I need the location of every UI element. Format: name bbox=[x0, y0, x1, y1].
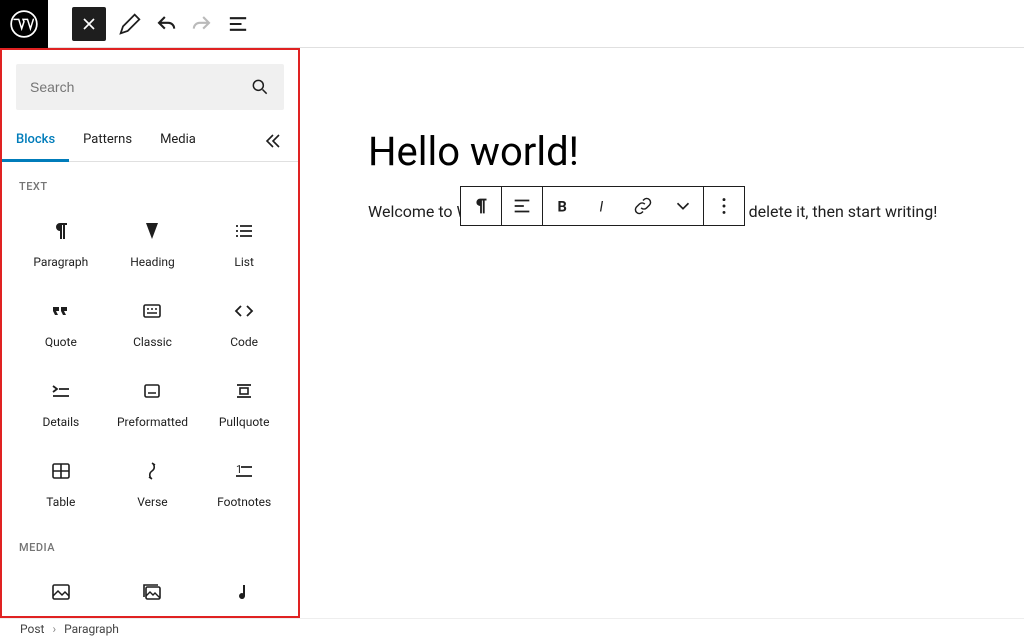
block-inserter-panel: Blocks Patterns Media TEXT Paragraph Hea… bbox=[0, 48, 300, 618]
document-outline-button[interactable] bbox=[224, 10, 252, 38]
tab-patterns[interactable]: Patterns bbox=[69, 120, 146, 161]
block-search[interactable] bbox=[16, 64, 284, 110]
chevron-down-icon bbox=[672, 195, 694, 217]
inserter-tabs-row: Blocks Patterns Media bbox=[2, 120, 298, 162]
close-inserter-button[interactable] bbox=[72, 7, 106, 41]
redo-button[interactable] bbox=[188, 10, 216, 38]
block-footnotes[interactable]: 1 Footnotes bbox=[198, 443, 290, 523]
toolbar-bold-button[interactable]: B bbox=[543, 187, 583, 225]
block-code[interactable]: Code bbox=[198, 283, 290, 363]
undo-button[interactable] bbox=[152, 10, 180, 38]
svg-text:1: 1 bbox=[236, 463, 242, 476]
verse-icon bbox=[140, 459, 164, 483]
gallery-icon bbox=[140, 580, 164, 604]
audio-icon bbox=[232, 580, 256, 604]
block-pullquote[interactable]: Pullquote bbox=[198, 363, 290, 443]
block-heading[interactable]: Heading bbox=[107, 203, 199, 283]
block-gallery[interactable]: Gallery bbox=[107, 564, 199, 616]
search-icon bbox=[250, 77, 270, 97]
toolbar-align-button[interactable] bbox=[502, 187, 542, 225]
toolbar-block-type-button[interactable] bbox=[461, 187, 501, 225]
image-icon bbox=[49, 580, 73, 604]
svg-text:B: B bbox=[558, 198, 567, 216]
quote-icon bbox=[49, 299, 73, 323]
toolbar-more-formatting-button[interactable] bbox=[663, 187, 703, 225]
block-table[interactable]: Table bbox=[15, 443, 107, 523]
wordpress-icon bbox=[10, 10, 38, 38]
block-preformatted[interactable]: Preformatted bbox=[107, 363, 199, 443]
table-icon bbox=[49, 459, 73, 483]
block-search-input[interactable] bbox=[30, 79, 250, 95]
bold-icon: B bbox=[552, 195, 574, 217]
heading-icon bbox=[140, 219, 164, 243]
collapse-inserter-button[interactable] bbox=[260, 129, 284, 153]
breadcrumb-separator-icon: › bbox=[52, 622, 56, 636]
block-list[interactable]: List bbox=[198, 203, 290, 283]
block-paragraph[interactable]: Paragraph bbox=[15, 203, 107, 283]
preformatted-icon bbox=[140, 379, 164, 403]
block-quote[interactable]: Quote bbox=[15, 283, 107, 363]
wordpress-logo[interactable] bbox=[0, 0, 48, 48]
editor-canvas[interactable]: Hello world! Welcome to WordPress. This … bbox=[300, 48, 1024, 618]
post-title[interactable]: Hello world! bbox=[368, 128, 944, 175]
details-icon bbox=[49, 379, 73, 403]
block-verse[interactable]: Verse bbox=[107, 443, 199, 523]
more-vertical-icon bbox=[713, 195, 735, 217]
breadcrumb-block[interactable]: Paragraph bbox=[64, 622, 119, 636]
block-image[interactable]: Image bbox=[15, 564, 107, 616]
italic-icon: I bbox=[592, 195, 614, 217]
link-icon bbox=[632, 195, 654, 217]
block-classic[interactable]: Classic bbox=[107, 283, 199, 363]
outline-icon bbox=[224, 10, 252, 38]
tools-button[interactable] bbox=[116, 10, 144, 38]
breadcrumb-post[interactable]: Post bbox=[20, 622, 44, 636]
undo-icon bbox=[152, 10, 180, 38]
list-icon bbox=[232, 219, 256, 243]
pencil-icon bbox=[116, 10, 144, 38]
pullquote-icon bbox=[232, 379, 256, 403]
redo-icon bbox=[188, 10, 216, 38]
paragraph-icon bbox=[49, 219, 73, 243]
block-list[interactable]: TEXT Paragraph Heading List Quote bbox=[2, 162, 298, 616]
tab-blocks[interactable]: Blocks bbox=[2, 120, 69, 162]
footnotes-icon: 1 bbox=[232, 459, 256, 483]
toolbar-options-button[interactable] bbox=[704, 187, 744, 225]
block-audio[interactable]: Audio bbox=[198, 564, 290, 616]
toolbar-link-button[interactable] bbox=[623, 187, 663, 225]
editor-top-bar bbox=[0, 0, 1024, 48]
block-toolbar: B I bbox=[460, 186, 745, 226]
align-left-icon bbox=[511, 195, 533, 217]
classic-icon bbox=[140, 299, 164, 323]
code-icon bbox=[232, 299, 256, 323]
svg-text:I: I bbox=[599, 198, 603, 216]
close-icon bbox=[79, 14, 99, 34]
section-title-media: MEDIA bbox=[15, 523, 290, 564]
chevron-double-left-icon bbox=[260, 129, 284, 153]
paragraph-icon bbox=[470, 195, 492, 217]
section-title-text: TEXT bbox=[15, 162, 290, 203]
editor-main: Blocks Patterns Media TEXT Paragraph Hea… bbox=[0, 48, 1024, 618]
tab-media[interactable]: Media bbox=[146, 120, 210, 161]
toolbar-italic-button[interactable]: I bbox=[583, 187, 623, 225]
block-details[interactable]: Details bbox=[15, 363, 107, 443]
editor-breadcrumb: Post › Paragraph bbox=[0, 618, 1024, 639]
